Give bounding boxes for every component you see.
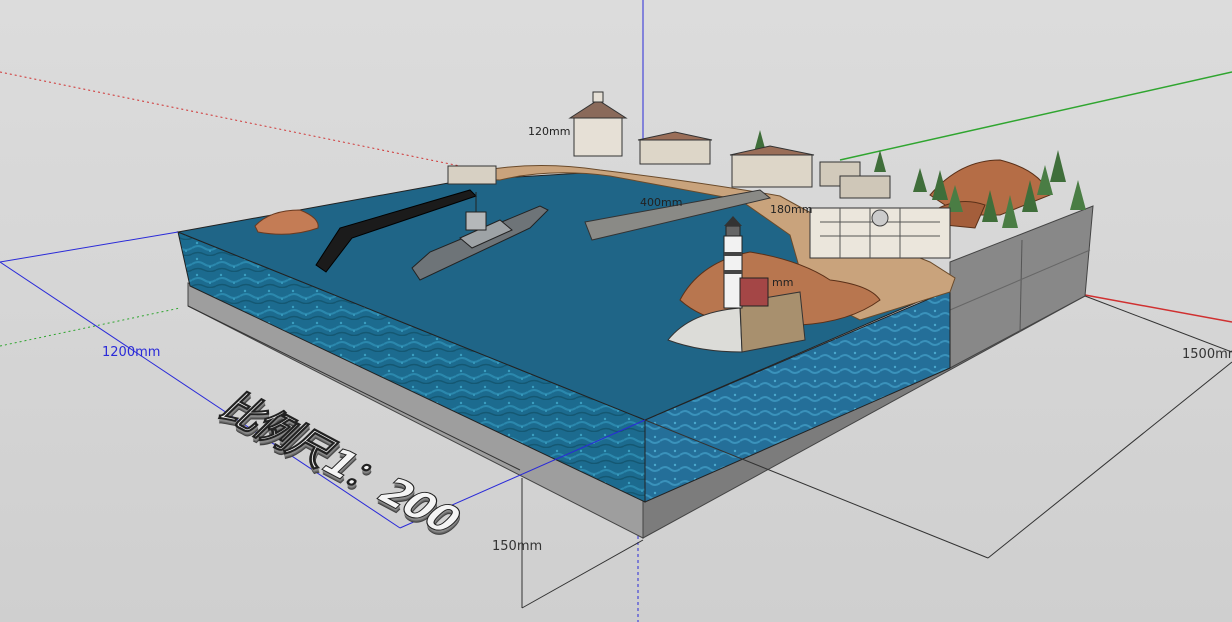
dock-shed [447, 165, 497, 185]
width-dimension-label: 1200mm [102, 345, 161, 360]
axis-red-solid [1084, 294, 1232, 323]
axis-green-dotted [0, 307, 181, 347]
height-dimension-label: 150mm [492, 539, 543, 554]
depth-dimension-label: 1500mm [1182, 347, 1232, 362]
dock-dimension-label: 180mm [770, 203, 813, 216]
keeper-house [739, 277, 769, 307]
sketchup-viewport[interactable]: 1200mm 1500mm 150mm 400mm 120mm 180mm mm… [0, 0, 1232, 622]
building-dimension-label: 120mm [528, 125, 571, 138]
axis-red-dotted [0, 71, 471, 169]
building-main-hall [573, 117, 623, 157]
model-scene[interactable] [0, 0, 1232, 622]
pier-dimension-label: 400mm [640, 196, 683, 209]
land-right-side [949, 205, 1094, 369]
lighthouse-dimension-label: mm [772, 276, 794, 289]
axis-green-solid [839, 71, 1232, 161]
building-row-1 [639, 139, 711, 165]
building-row-2 [731, 154, 813, 188]
island-left-rock [254, 209, 319, 235]
